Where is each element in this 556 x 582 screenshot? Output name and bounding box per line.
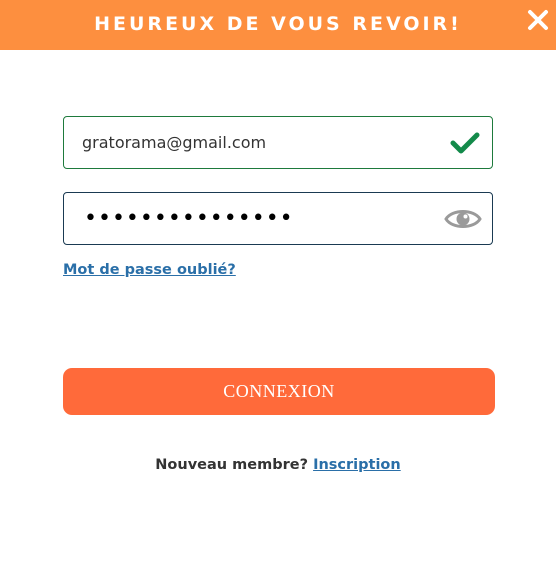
close-icon[interactable] [526,8,550,32]
password-field-container [63,192,493,245]
check-icon [450,131,480,155]
signup-prompt: Nouveau membre? [155,457,308,473]
modal-title: HEUREUX DE VOUS REVOIR! [94,12,462,35]
email-field-container [63,116,493,169]
signup-row: Nouveau membre? Inscription [0,457,556,473]
modal-header: HEUREUX DE VOUS REVOIR! [0,0,556,50]
signup-link[interactable]: Inscription [313,457,401,473]
eye-icon[interactable] [444,206,482,232]
forgot-password-link[interactable]: Mot de passe oublié? [63,262,236,278]
login-modal: HEUREUX DE VOUS REVOIR! Mot de passe oub… [0,0,556,582]
login-button[interactable]: CONNEXION [63,368,495,415]
email-field[interactable] [82,117,442,168]
password-field[interactable] [84,193,444,244]
